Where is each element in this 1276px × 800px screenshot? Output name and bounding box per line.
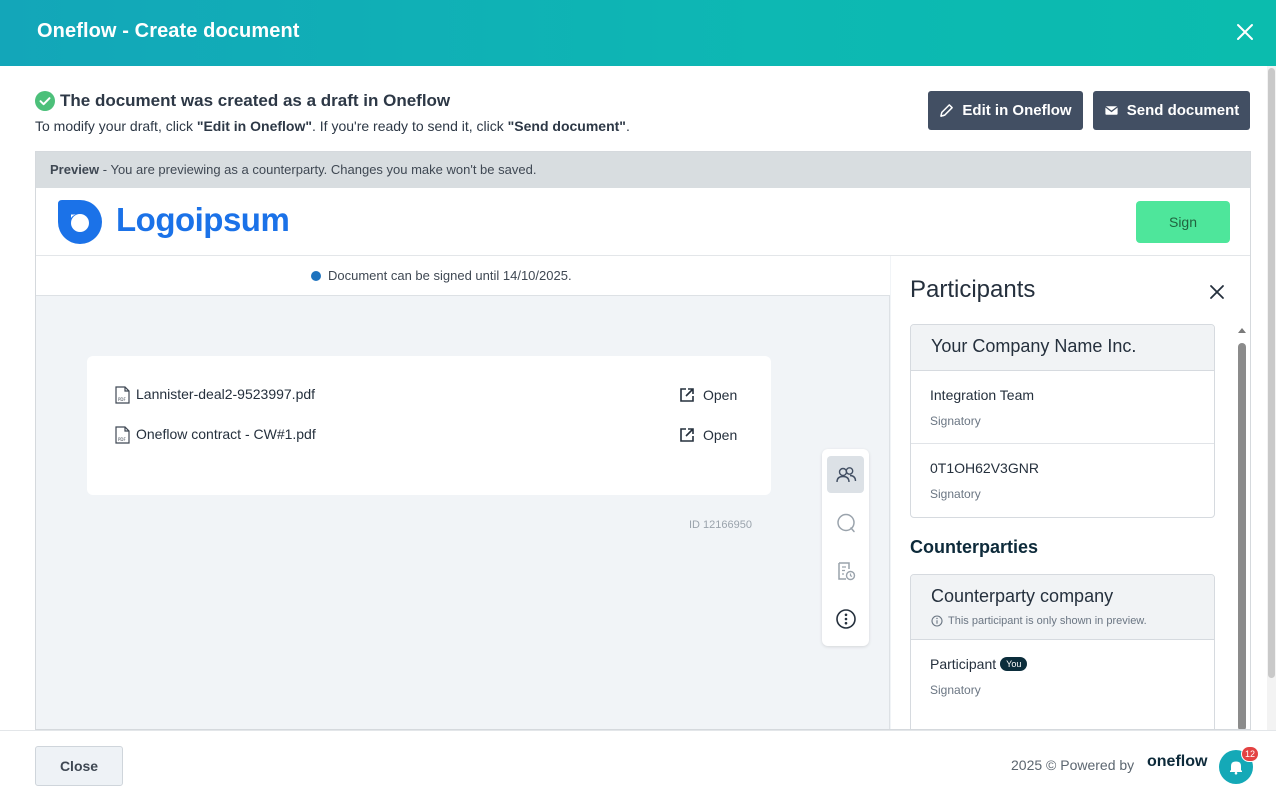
participants-tool[interactable] bbox=[827, 456, 864, 493]
status-title: The document was created as a draft in O… bbox=[60, 91, 451, 110]
participant-role: Signatory bbox=[930, 414, 981, 428]
participant-name-text: Participant bbox=[930, 656, 997, 672]
participant-row[interactable]: Participant You Signatory bbox=[911, 640, 1214, 713]
file-name[interactable]: Oneflow contract - CW#1.pdf bbox=[136, 426, 316, 442]
external-link-icon bbox=[680, 428, 694, 442]
own-company-card: Your Company Name Inc. Integration Team … bbox=[910, 324, 1215, 518]
comment-icon bbox=[836, 513, 855, 532]
oneflow-logo: oneflow bbox=[1147, 753, 1208, 770]
company-name: Your Company Name Inc. bbox=[911, 325, 1214, 371]
check-circle-icon bbox=[35, 91, 55, 111]
status-sub-suffix: . bbox=[625, 118, 630, 134]
file-row: PDF Lannister-deal2-9523997.pdf Open bbox=[115, 385, 745, 405]
participant-row[interactable]: 0T1OH62V3GNR Signatory bbox=[911, 444, 1214, 517]
file-row: PDF Oneflow contract - CW#1.pdf Open bbox=[115, 425, 745, 445]
counterparty-header: Counterparty company This participant is… bbox=[911, 575, 1214, 640]
signing-deadline-text: Document can be signed until 14/10/2025. bbox=[328, 268, 572, 283]
audit-trail-tool[interactable] bbox=[827, 552, 864, 589]
info-icon bbox=[931, 615, 943, 627]
more-info-tool[interactable] bbox=[827, 600, 864, 637]
you-badge: You bbox=[1000, 657, 1028, 671]
participants-title: Participants bbox=[910, 276, 1036, 303]
open-file-link[interactable]: Open bbox=[679, 425, 737, 445]
logoipsum-logo-icon bbox=[58, 200, 102, 244]
counterparties-title: Counterparties bbox=[910, 537, 1039, 557]
svg-text:PDF: PDF bbox=[118, 437, 126, 442]
close-button[interactable]: Close bbox=[35, 746, 123, 786]
comments-tool[interactable] bbox=[827, 504, 864, 541]
participants-scrollbar[interactable] bbox=[1235, 326, 1249, 729]
edit-in-oneflow-label: Edit in Oneflow bbox=[962, 102, 1072, 119]
status-sub-send: "Send document" bbox=[507, 118, 626, 134]
open-file-link[interactable]: Open bbox=[679, 385, 737, 405]
participants-panel: Participants Your Company Name Inc. Inte… bbox=[891, 256, 1250, 729]
logo-text: Logoipsum bbox=[116, 201, 290, 238]
participant-name: Integration Team bbox=[930, 387, 1035, 403]
page-scrollbar[interactable] bbox=[1267, 66, 1276, 730]
notification-count-badge: 12 bbox=[1241, 746, 1260, 762]
scroll-up-icon[interactable] bbox=[1238, 328, 1246, 333]
status-dot-icon bbox=[311, 271, 321, 281]
svg-text:PDF: PDF bbox=[118, 397, 126, 402]
preview-banner-text: - You are previewing as a counterparty. … bbox=[99, 162, 537, 177]
sign-button[interactable]: Sign bbox=[1136, 201, 1230, 243]
bell-icon bbox=[1230, 761, 1242, 775]
document-topbar: Logoipsum Sign bbox=[36, 188, 1250, 256]
audit-trail-icon bbox=[837, 561, 855, 580]
participant-row[interactable]: Integration Team Signatory bbox=[911, 371, 1214, 444]
more-info-icon bbox=[835, 608, 856, 629]
external-link-icon bbox=[680, 388, 694, 402]
notifications-button[interactable]: 12 bbox=[1219, 746, 1260, 784]
status-sub-edit: "Edit in Oneflow" bbox=[196, 118, 312, 134]
participants-icon bbox=[835, 466, 856, 482]
status-sub-middle: . If you're ready to send it, click bbox=[312, 118, 508, 134]
send-document-button[interactable]: Send document bbox=[1093, 91, 1250, 130]
modal-title: Oneflow - Create document bbox=[37, 20, 300, 42]
powered-by-text: 2025 © Powered by bbox=[1011, 757, 1135, 773]
send-document-label: Send document bbox=[1126, 102, 1240, 119]
document-preview: Preview - You are previewing as a counte… bbox=[35, 151, 1251, 730]
participant-role: Signatory bbox=[930, 487, 981, 501]
file-name[interactable]: Lannister-deal2-9523997.pdf bbox=[136, 386, 315, 402]
preview-only-text: This participant is only shown in previe… bbox=[948, 615, 1147, 627]
open-link-label: Open bbox=[703, 427, 738, 443]
scrollbar-thumb[interactable] bbox=[1268, 68, 1275, 678]
scrollbar-thumb[interactable] bbox=[1238, 343, 1246, 729]
document-area: Document can be signed until 14/10/2025.… bbox=[36, 256, 890, 729]
side-toolbar bbox=[822, 449, 869, 646]
attachments-card: PDF Lannister-deal2-9523997.pdf Open PDF… bbox=[87, 356, 771, 495]
counterparty-card: Counterparty company This participant is… bbox=[910, 574, 1215, 729]
modal-header: Oneflow - Create document bbox=[0, 0, 1276, 66]
participant-role: Signatory bbox=[930, 683, 981, 697]
status-sub-prefix: To modify your draft, click bbox=[35, 118, 197, 134]
counterparty-name: Counterparty company bbox=[931, 586, 1114, 606]
preview-only-note: This participant is only shown in previe… bbox=[931, 615, 1147, 627]
preview-banner: Preview - You are previewing as a counte… bbox=[36, 152, 1250, 188]
pencil-icon bbox=[940, 104, 954, 117]
status-subtitle: To modify your draft, click "Edit in One… bbox=[35, 118, 630, 134]
preview-banner-bold: Preview bbox=[50, 162, 100, 177]
signing-deadline-bar: Document can be signed until 14/10/2025. bbox=[36, 256, 890, 296]
close-icon[interactable] bbox=[1231, 18, 1259, 46]
edit-in-oneflow-button[interactable]: Edit in Oneflow bbox=[928, 91, 1083, 130]
modal-footer: Close 2025 © Powered by oneflow 12 bbox=[0, 730, 1276, 800]
open-link-label: Open bbox=[703, 387, 738, 403]
pdf-file-icon: PDF bbox=[115, 386, 130, 404]
close-icon[interactable] bbox=[1205, 280, 1229, 304]
participant-name: 0T1OH62V3GNR bbox=[930, 460, 1039, 476]
participant-name: Participant You bbox=[930, 656, 1028, 672]
envelope-icon bbox=[1104, 106, 1118, 115]
pdf-file-icon: PDF bbox=[115, 426, 130, 444]
document-id: ID 12166950 bbox=[689, 519, 752, 531]
